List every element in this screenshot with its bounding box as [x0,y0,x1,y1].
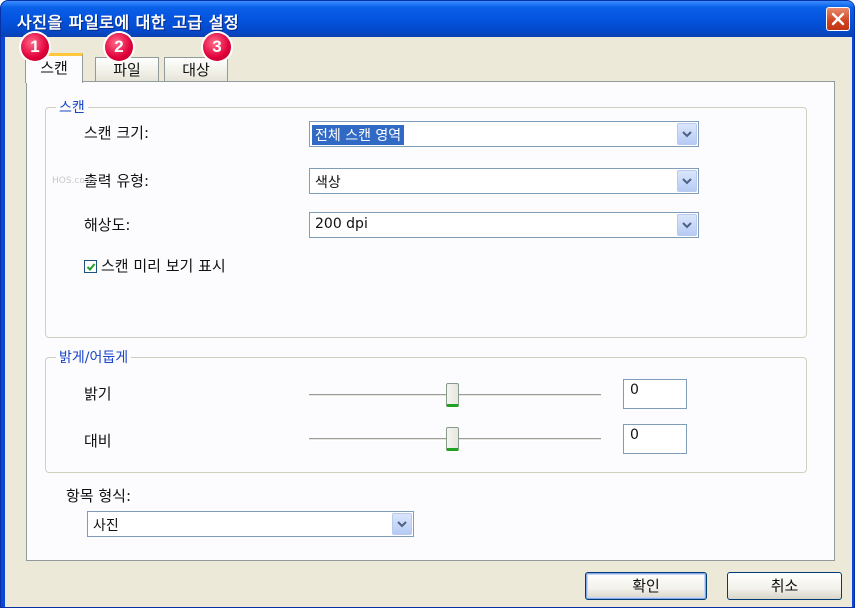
close-icon [831,12,845,26]
contrast-slider-thumb[interactable] [446,427,459,451]
brightness-slider-thumb[interactable] [446,383,459,407]
checkmark-icon [86,262,95,271]
item-format-select[interactable]: 사진 [87,511,414,537]
resolution-value: 200 dpi [315,216,368,232]
chevron-down-icon [682,130,692,137]
scan-size-select[interactable]: 전체 스캔 영역 [309,121,699,147]
brightness-group-title: 밝게/어둡게 [56,347,132,367]
output-type-select[interactable]: 색상 [309,168,699,194]
tab-target-label: 대상 [182,61,210,79]
title-bar[interactable]: 사진을 파일로에 대한 고급 설정 [1,1,854,37]
dialog-client-area: 스캔 파일 대상 1 2 3 스캔 스캔 크기: 전체 스캔 영역 출력 유형: [5,33,852,607]
tab-panel-scan: 스캔 스캔 크기: 전체 스캔 영역 출력 유형: 색상 해상도: 200 dp… [26,81,835,561]
preview-checkbox[interactable] [84,260,97,273]
cancel-button[interactable]: 취소 [727,572,842,600]
scan-size-dropdown-button[interactable] [677,123,697,145]
brightness-group: 밝게/어둡게 밝기 0 대비 0 [45,347,807,473]
scan-group: 스캔 스캔 크기: 전체 스캔 영역 출력 유형: 색상 해상도: 200 dp… [45,97,807,338]
resolution-dropdown-button[interactable] [677,214,697,236]
item-format-dropdown-button[interactable] [392,513,412,535]
output-type-value: 색상 [315,175,341,191]
scan-size-label: 스캔 크기: [84,124,150,142]
preview-checkbox-label[interactable]: 스캔 미리 보기 표시 [101,255,226,276]
resolution-select[interactable]: 200 dpi [309,212,699,238]
step-badge-1: 1 [21,33,49,61]
resolution-label: 해상도: [84,216,131,234]
chevron-down-icon [397,520,407,527]
advanced-settings-dialog: 사진을 파일로에 대한 고급 설정 스캔 파일 대상 1 2 3 스캔 스캔 크… [0,0,855,608]
scan-group-title: 스캔 [56,97,88,117]
contrast-value-input[interactable]: 0 [623,424,687,454]
tab-file[interactable]: 파일 [95,57,159,83]
window-title: 사진을 파일로에 대한 고급 설정 [17,13,240,32]
item-format-value: 사진 [93,518,119,534]
ok-button[interactable]: 확인 [585,572,707,600]
step-badge-3: 3 [203,33,231,61]
close-button[interactable] [826,7,850,31]
tab-scan-label: 스캔 [40,59,68,77]
item-format-label: 항목 형식: [66,487,132,505]
output-type-dropdown-button[interactable] [677,170,697,192]
chevron-down-icon [682,221,692,228]
tab-file-label: 파일 [113,61,141,79]
chevron-down-icon [682,177,692,184]
contrast-label: 대비 [84,432,112,450]
brightness-label: 밝기 [84,385,112,403]
watermark-logo: HOS.co.kr [52,176,97,186]
step-badge-2: 2 [105,33,133,61]
brightness-value-input[interactable]: 0 [623,379,687,409]
scan-size-value: 전체 스캔 영역 [312,125,405,145]
